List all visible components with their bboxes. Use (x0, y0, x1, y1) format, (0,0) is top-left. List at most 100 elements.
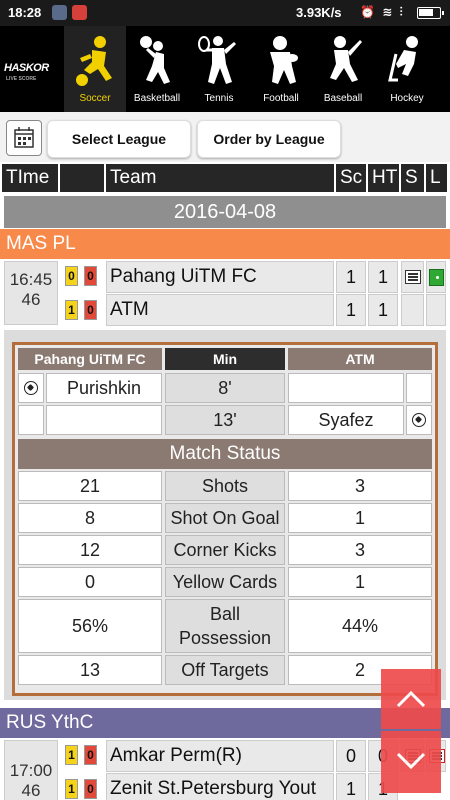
date-row: 2016-04-08 (4, 196, 446, 228)
stat-home-value: 0 (18, 567, 162, 597)
tab-baseball[interactable]: Baseball (312, 26, 374, 112)
gallery-notification-icon (52, 5, 67, 20)
live-cell[interactable] (426, 261, 446, 293)
event-away-player: Syafez (288, 405, 404, 435)
stat-away-value: 1 (288, 567, 432, 597)
away-halftime: 1 (368, 294, 398, 326)
stat-label: Shots (165, 471, 285, 501)
event-home-icon-cell (18, 373, 44, 403)
stat-label: Off Targets (165, 655, 285, 685)
sport-nav: HASKOR LIVE SCORE Soccer Basketball Tenn… (0, 26, 450, 112)
home-team-name: Pahang UiTM FC (106, 261, 334, 293)
col-s: S (401, 164, 424, 192)
event-away-icon-cell (406, 405, 432, 435)
match-minute: 46 (21, 781, 41, 800)
col-l: L (426, 164, 447, 192)
scroll-down-button[interactable] (381, 731, 441, 793)
detail-home-team: Pahang UiTM FC (18, 348, 162, 370)
home-yellow-cards: 0 (65, 266, 78, 286)
status-bar: 18:28 3.93K/s ⏰ ≋ ⫶ (0, 0, 450, 26)
goal-ball-icon (24, 381, 38, 395)
away-red-cards: 0 (84, 779, 97, 799)
scroll-up-button[interactable] (381, 669, 441, 729)
tennis-player-icon (198, 36, 236, 84)
tab-tennis[interactable]: Tennis (188, 26, 250, 112)
basketball-player-icon (140, 36, 170, 84)
app-notification-icon (72, 5, 87, 20)
pitch-icon (429, 269, 444, 286)
away-team-name: Zenit St.Petersburg Yout (106, 773, 334, 800)
tab-soccer[interactable]: Soccer (64, 26, 126, 112)
list-icon (405, 270, 421, 284)
away-team-name: ATM (106, 294, 334, 326)
stat-home-value: 8 (18, 503, 162, 533)
stat-label: Shot On Goal (165, 503, 285, 533)
home-yellow-cards: 1 (65, 745, 78, 765)
match-detail-inner: Pahang UiTM FC Min ATM Purishkin 8' 13' … (12, 342, 438, 696)
alarm-wifi-signal-icons: ⏰ ≋ ⫶ (360, 5, 405, 19)
detail-min-label: Min (165, 348, 285, 370)
home-red-cards: 0 (84, 745, 97, 765)
col-team: Team (106, 164, 334, 192)
match-row[interactable]: 16:45 46 0 0 1 0 Pahang UiTM FC ATM 1 1 … (0, 260, 450, 326)
football-player-icon (270, 36, 298, 84)
stats-cell-empty (401, 294, 424, 326)
filter-bar: Select League Order by League (0, 112, 450, 162)
stat-away-value: 3 (288, 471, 432, 501)
stat-label: Yellow Cards (165, 567, 285, 597)
stat-label: Corner Kicks (165, 535, 285, 565)
stat-away-value: 1 (288, 503, 432, 533)
col-flags (60, 164, 104, 192)
col-score: Sc (336, 164, 366, 192)
away-red-cards: 0 (84, 300, 97, 320)
goal-ball-icon (412, 413, 426, 427)
league-header-mas-pl[interactable]: MAS PL (0, 229, 450, 259)
status-time: 18:28 (8, 5, 42, 20)
event-home-icon-cell (18, 405, 44, 435)
chevron-down-icon (396, 752, 426, 770)
hockey-player-icon (388, 36, 418, 82)
match-status-title: Match Status (18, 439, 432, 469)
stat-away-value: 44% (288, 599, 432, 653)
calendar-button[interactable] (6, 120, 42, 156)
col-time: TIme (2, 164, 58, 192)
event-home-player (46, 405, 162, 435)
stat-home-value: 21 (18, 471, 162, 501)
soccer-player-icon (76, 36, 112, 86)
home-team-name: Amkar Perm(R) (106, 740, 334, 772)
baseball-player-icon (330, 36, 362, 82)
select-league-button[interactable]: Select League (47, 120, 191, 158)
away-score: 1 (336, 773, 366, 800)
col-halftime: HT (368, 164, 399, 192)
event-home-player: Purishkin (46, 373, 162, 403)
detail-away-team: ATM (288, 348, 432, 370)
stat-home-value: 13 (18, 655, 162, 685)
event-minute: 13' (165, 405, 285, 435)
event-away-icon-cell (406, 373, 432, 403)
away-score: 1 (336, 294, 366, 326)
chevron-up-icon (396, 690, 426, 708)
home-score: 0 (336, 740, 366, 772)
home-red-cards: 0 (84, 266, 97, 286)
match-time: 17:00 46 (4, 740, 58, 800)
live-cell-empty (426, 294, 446, 326)
away-yellow-cards: 1 (65, 779, 78, 799)
tab-basketball[interactable]: Basketball (126, 26, 188, 112)
stat-home-value: 12 (18, 535, 162, 565)
tab-hockey[interactable]: Hockey (374, 26, 440, 112)
tab-football[interactable]: Football (250, 26, 312, 112)
network-speed: 3.93K/s (296, 5, 342, 20)
match-minute: 46 (21, 290, 41, 309)
stat-away-value: 3 (288, 535, 432, 565)
order-by-league-button[interactable]: Order by League (197, 120, 341, 158)
app-logo: HASKOR LIVE SCORE (4, 62, 49, 82)
home-halftime: 1 (368, 261, 398, 293)
match-detail-panel: Pahang UiTM FC Min ATM Purishkin 8' 13' … (4, 330, 446, 700)
calendar-icon (14, 127, 34, 148)
battery-icon (417, 7, 444, 19)
stats-cell[interactable] (401, 261, 424, 293)
event-minute: 8' (165, 373, 285, 403)
away-yellow-cards: 1 (65, 300, 78, 320)
stat-label: Ball Possession (165, 599, 285, 653)
match-time: 16:45 46 (4, 261, 58, 325)
